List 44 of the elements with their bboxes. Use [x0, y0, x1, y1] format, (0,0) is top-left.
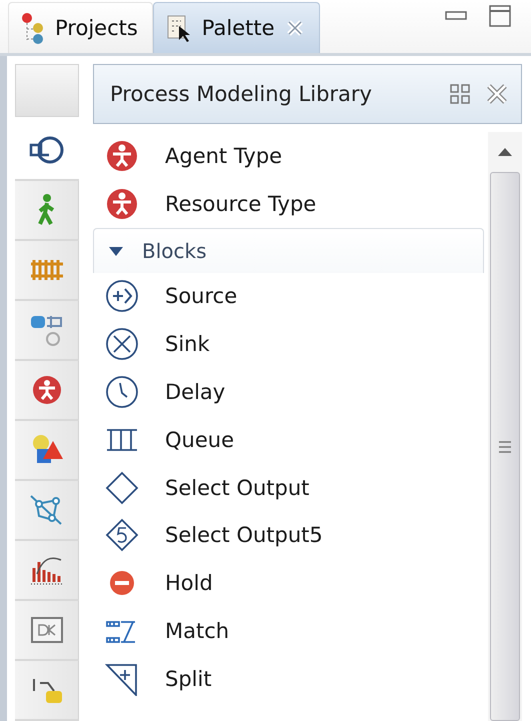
maximize-icon[interactable]	[489, 4, 511, 26]
palette-item[interactable]: Split	[165, 666, 212, 691]
minimize-icon[interactable]	[445, 10, 467, 22]
person-badge-icon	[105, 138, 139, 173]
person-badge-icon	[105, 186, 139, 221]
diamond-five-icon	[105, 518, 139, 552]
scrollbar[interactable]	[488, 132, 522, 721]
tab-label: Palette	[202, 16, 275, 40]
grip-icon	[498, 440, 512, 452]
grid-icon[interactable]	[449, 83, 471, 105]
view-tab[interactable]: Palette	[152, 2, 320, 53]
diamond-icon	[105, 470, 139, 505]
ok-button-icon	[30, 616, 64, 644]
side-tab[interactable]	[15, 421, 79, 481]
section-title: Blocks	[142, 238, 207, 263]
section-header[interactable]: Blocks	[93, 228, 484, 273]
palette-item[interactable]: Hold	[165, 571, 213, 596]
palette-item[interactable]: Select Output	[165, 476, 310, 500]
side-tab[interactable]	[15, 361, 79, 421]
library-title: Process Modeling Library	[110, 82, 373, 106]
clock-flow-icon	[29, 135, 65, 165]
palette-item[interactable]: Select Output5	[165, 523, 323, 548]
palette-item[interactable]: Match	[165, 619, 230, 644]
fence-icon	[28, 258, 64, 282]
palette-item[interactable]: Resource Type	[165, 192, 316, 216]
up-arrow-icon[interactable]	[498, 148, 512, 156]
palette-item[interactable]: Agent Type	[165, 144, 282, 168]
side-tab[interactable]	[15, 601, 79, 661]
clock-icon	[105, 375, 139, 410]
tab-label: Projects	[55, 16, 138, 40]
palette-icon	[166, 14, 192, 42]
plus-arrow-circle-icon	[105, 279, 139, 314]
x-circle-icon	[105, 327, 139, 362]
palette-item[interactable]: Delay	[165, 380, 226, 404]
palette-item[interactable]: Sink	[165, 332, 210, 356]
view-tab[interactable]: Projects	[8, 2, 153, 53]
split-triangle-icon	[105, 662, 139, 696]
palette-item[interactable]: Source	[165, 284, 238, 308]
person-badge-icon	[32, 375, 62, 405]
palette-item[interactable]: Queue	[165, 428, 234, 452]
tree-icon	[21, 12, 45, 44]
close-icon[interactable]	[485, 82, 509, 106]
side-tab[interactable]	[15, 541, 79, 601]
side-tab[interactable]	[15, 481, 79, 541]
